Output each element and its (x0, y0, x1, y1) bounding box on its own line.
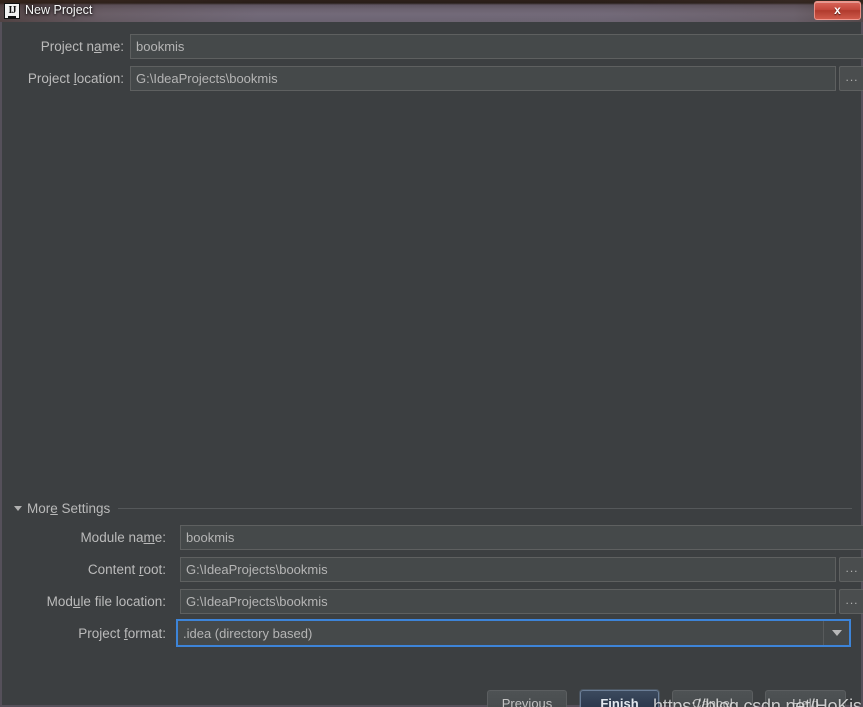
intellij-idea-icon: IJ (4, 3, 20, 19)
module-name-row: Module name: bookmis (16, 525, 863, 550)
module-file-location-row: Module file location: G:\IdeaProjects\bo… (16, 589, 863, 614)
module-file-location-browse-button[interactable]: ... (839, 589, 863, 614)
new-project-dialog: IJ New Project x Project name: bookmis P… (0, 0, 863, 707)
module-name-label: Module name: (80, 529, 166, 545)
project-name-label: Project name: (40, 38, 124, 54)
project-location-row: Project location: G:\IdeaProjects\bookmi… (16, 66, 863, 91)
close-icon[interactable]: x (814, 1, 861, 20)
window-title: New Project (25, 3, 93, 17)
dialog-content: Project name: bookmis Project location: … (0, 22, 863, 707)
module-file-location-input[interactable]: G:\IdeaProjects\bookmis (180, 589, 836, 614)
more-settings-toggle[interactable]: More Settings (14, 499, 852, 517)
module-file-location-label: Module file location: (46, 593, 166, 609)
chevron-down-icon[interactable] (823, 621, 849, 645)
cancel-button[interactable]: Cancel (672, 690, 753, 707)
more-settings-label: More Settings (27, 500, 111, 516)
content-root-browse-button[interactable]: ... (839, 557, 863, 582)
content-root-label: Content root: (87, 561, 166, 577)
content-root-row: Content root: G:\IdeaProjects\bookmis ..… (16, 557, 863, 582)
content-root-input[interactable]: G:\IdeaProjects\bookmis (180, 557, 836, 582)
project-format-select[interactable]: .idea (directory based) (176, 619, 851, 647)
chevron-down-icon (14, 505, 22, 511)
section-separator (118, 507, 852, 509)
project-location-input[interactable]: G:\IdeaProjects\bookmis (130, 66, 836, 91)
previous-button[interactable]: Previous (487, 690, 567, 707)
finish-button[interactable]: Finish (580, 690, 659, 707)
module-name-input[interactable]: bookmis (180, 525, 863, 550)
project-location-label: Project location: (27, 70, 124, 86)
title-bar: IJ New Project x (0, 0, 863, 22)
project-location-browse-button[interactable]: ... (839, 66, 863, 91)
project-format-value: .idea (directory based) (183, 625, 313, 641)
project-name-row: Project name: bookmis (16, 34, 863, 59)
project-format-label: Project format: (78, 625, 166, 641)
help-button[interactable]: Help (765, 690, 846, 707)
project-name-input[interactable]: bookmis (130, 34, 863, 59)
project-format-row: Project format: .idea (directory based) (16, 619, 851, 647)
